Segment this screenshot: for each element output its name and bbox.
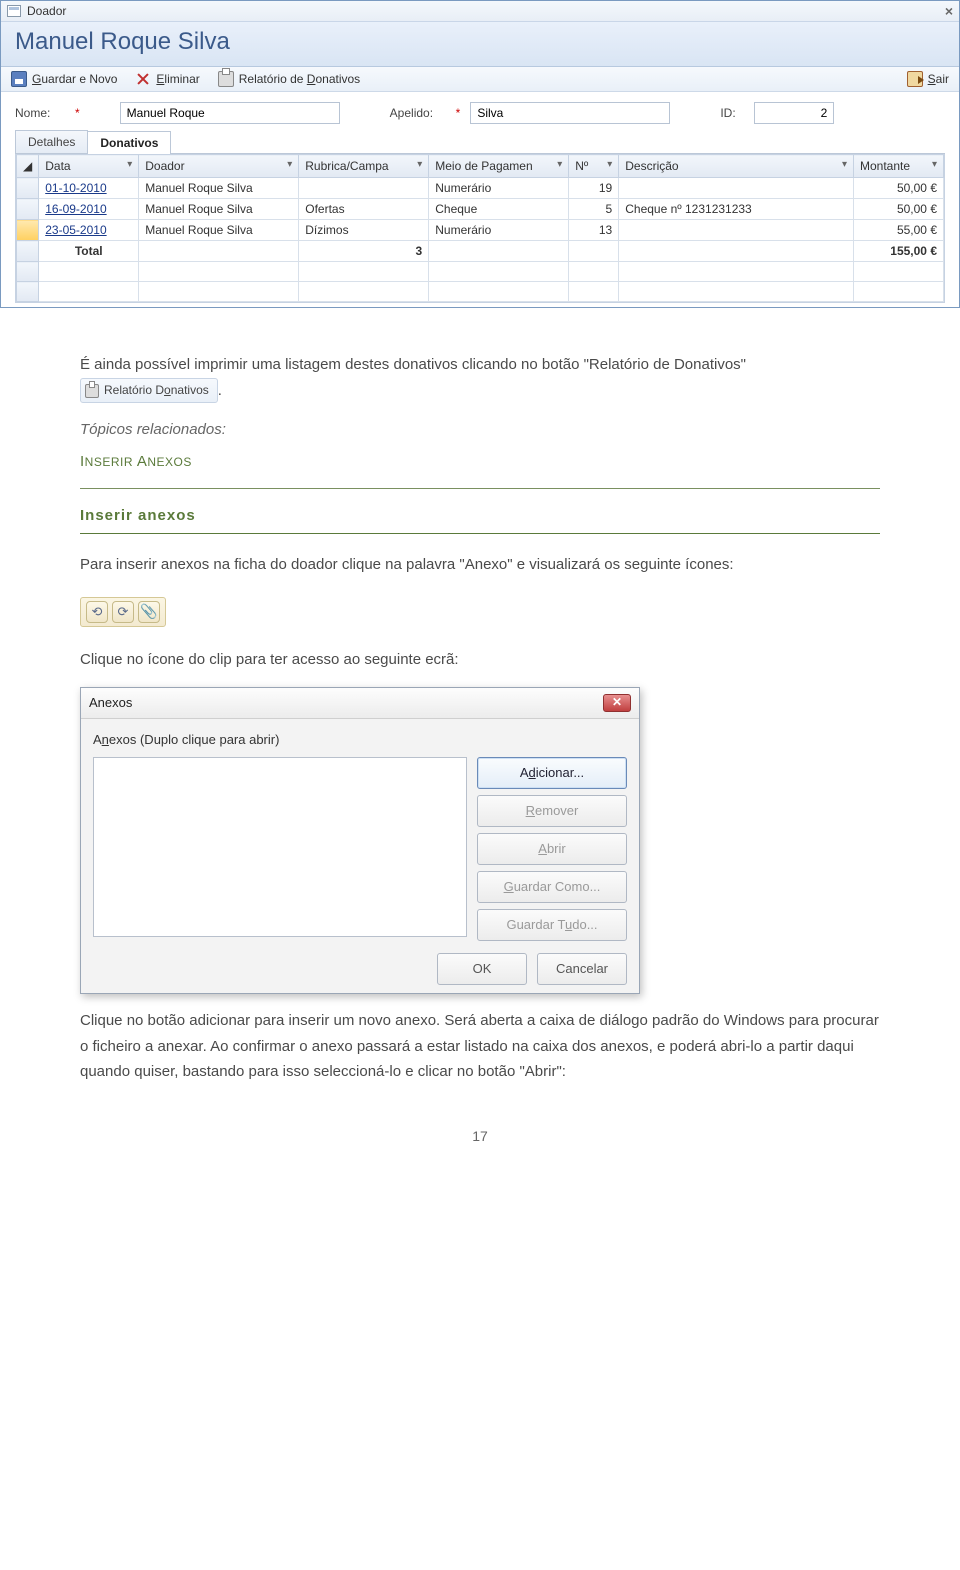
paragraph-2: Para inserir anexos na ficha do doador c… xyxy=(80,552,880,578)
ok-button[interactable]: OK xyxy=(437,953,527,985)
print-icon xyxy=(85,384,99,398)
form-icon xyxy=(7,5,21,17)
divider xyxy=(80,488,880,489)
surname-field[interactable] xyxy=(470,102,670,124)
paragraph-1: É ainda possível imprimir uma listagem d… xyxy=(80,352,880,403)
col-data[interactable]: Data▾ xyxy=(39,155,139,178)
id-label: ID: xyxy=(720,106,744,120)
dialog-close-icon[interactable]: ✕ xyxy=(603,694,631,712)
open-button[interactable]: Abrir xyxy=(477,833,627,865)
name-field[interactable] xyxy=(120,102,340,124)
delete-icon xyxy=(135,71,151,87)
table-row[interactable]: 16-09-2010 Manuel Roque Silva Ofertas Ch… xyxy=(17,199,944,220)
donor-form-window: Doador × Manuel Roque Silva Guardar e No… xyxy=(0,0,960,308)
table-row xyxy=(17,262,944,282)
surname-required: * xyxy=(456,106,461,120)
delete-label: liminar xyxy=(164,72,199,86)
prev-icon[interactable]: ⟲ xyxy=(86,601,108,623)
paragraph-3: Clique no ícone do clip para ter acesso … xyxy=(80,647,880,673)
tab-donations[interactable]: Donativos xyxy=(87,131,171,154)
document-body: É ainda possível imprimir uma listagem d… xyxy=(0,308,960,1149)
next-icon[interactable]: ⟳ xyxy=(112,601,134,623)
table-row[interactable]: 01-10-2010 Manuel Roque Silva Numerário … xyxy=(17,178,944,199)
section-inserir-anexos: Inserir anexos xyxy=(80,497,880,534)
saveall-button[interactable]: Guardar Tudo... xyxy=(477,909,627,941)
form-body: Nome: * Apelido: * ID: Detalhes Donativo… xyxy=(1,92,959,307)
saveas-button[interactable]: Guardar Como... xyxy=(477,871,627,903)
exit-icon xyxy=(907,71,923,87)
donations-grid: ◢ Data▾ Doador▾ Rubrica/Campa▾ Meio de P… xyxy=(15,154,945,303)
paragraph-4: Clique no botão adicionar para inserir u… xyxy=(80,1008,880,1085)
exit-button[interactable]: Sair xyxy=(907,71,949,87)
row-selector-header[interactable]: ◢ xyxy=(17,155,39,178)
related-topics-label: Tópicos relacionados: xyxy=(80,417,880,443)
name-required: * xyxy=(75,106,80,120)
grid-body: 01-10-2010 Manuel Roque Silva Numerário … xyxy=(17,178,944,302)
inserir-anexos-link[interactable]: INSERIR ANEXOS xyxy=(80,453,192,470)
table-row xyxy=(17,282,944,302)
cancel-button[interactable]: Cancelar xyxy=(537,953,627,985)
anexos-dialog: Anexos ✕ Anexos (Duplo clique para abrir… xyxy=(80,687,640,995)
attachments-list[interactable] xyxy=(93,757,467,937)
print-icon xyxy=(218,71,234,87)
donor-name-heading: Manuel Roque Silva xyxy=(15,28,945,56)
save-label: uardar e Novo xyxy=(41,72,117,86)
col-desc[interactable]: Descrição▾ xyxy=(619,155,854,178)
form-header: Manuel Roque Silva xyxy=(1,22,959,67)
col-meio[interactable]: Meio de Pagamen▾ xyxy=(429,155,569,178)
delete-button[interactable]: Eliminar xyxy=(135,71,199,87)
add-button[interactable]: Adicionar... xyxy=(477,757,627,789)
report-button[interactable]: Relatório de Donativos xyxy=(218,71,360,87)
tabs: Detalhes Donativos xyxy=(15,130,945,154)
exit-label: air xyxy=(936,72,949,86)
col-doador[interactable]: Doador▾ xyxy=(139,155,299,178)
dialog-title: Anexos xyxy=(89,692,132,714)
table-row[interactable]: 23-05-2010 Manuel Roque Silva Dízimos Nu… xyxy=(17,220,944,241)
col-num[interactable]: Nº▾ xyxy=(569,155,619,178)
remove-button[interactable]: Remover xyxy=(477,795,627,827)
form-toolbar: Guardar e Novo Eliminar Relatório de Don… xyxy=(1,67,959,92)
dialog-subtitle: Anexos (Duplo clique para abrir) xyxy=(93,729,627,751)
window-titlebar: Doador × xyxy=(1,1,959,22)
close-icon[interactable]: × xyxy=(945,3,953,19)
clip-icon[interactable]: 📎 xyxy=(138,601,160,623)
tab-details[interactable]: Detalhes xyxy=(15,130,88,153)
window-title: Doador xyxy=(27,4,66,18)
save-icon xyxy=(11,71,27,87)
page-number: 17 xyxy=(80,1125,880,1149)
dialog-titlebar: Anexos ✕ xyxy=(81,688,639,719)
col-montante[interactable]: Montante▾ xyxy=(854,155,944,178)
save-new-button[interactable]: Guardar e Novo xyxy=(11,71,117,87)
anexo-icon-strip: ⟲ ⟳ 📎 xyxy=(80,597,166,627)
total-row: Total 3 155,00 € xyxy=(17,241,944,262)
col-rubrica[interactable]: Rubrica/Campa▾ xyxy=(299,155,429,178)
id-field[interactable] xyxy=(754,102,834,124)
surname-label: Apelido: xyxy=(390,106,446,120)
inline-report-button: Relatório Donativos xyxy=(80,378,218,402)
name-label: Nome: xyxy=(15,106,65,120)
